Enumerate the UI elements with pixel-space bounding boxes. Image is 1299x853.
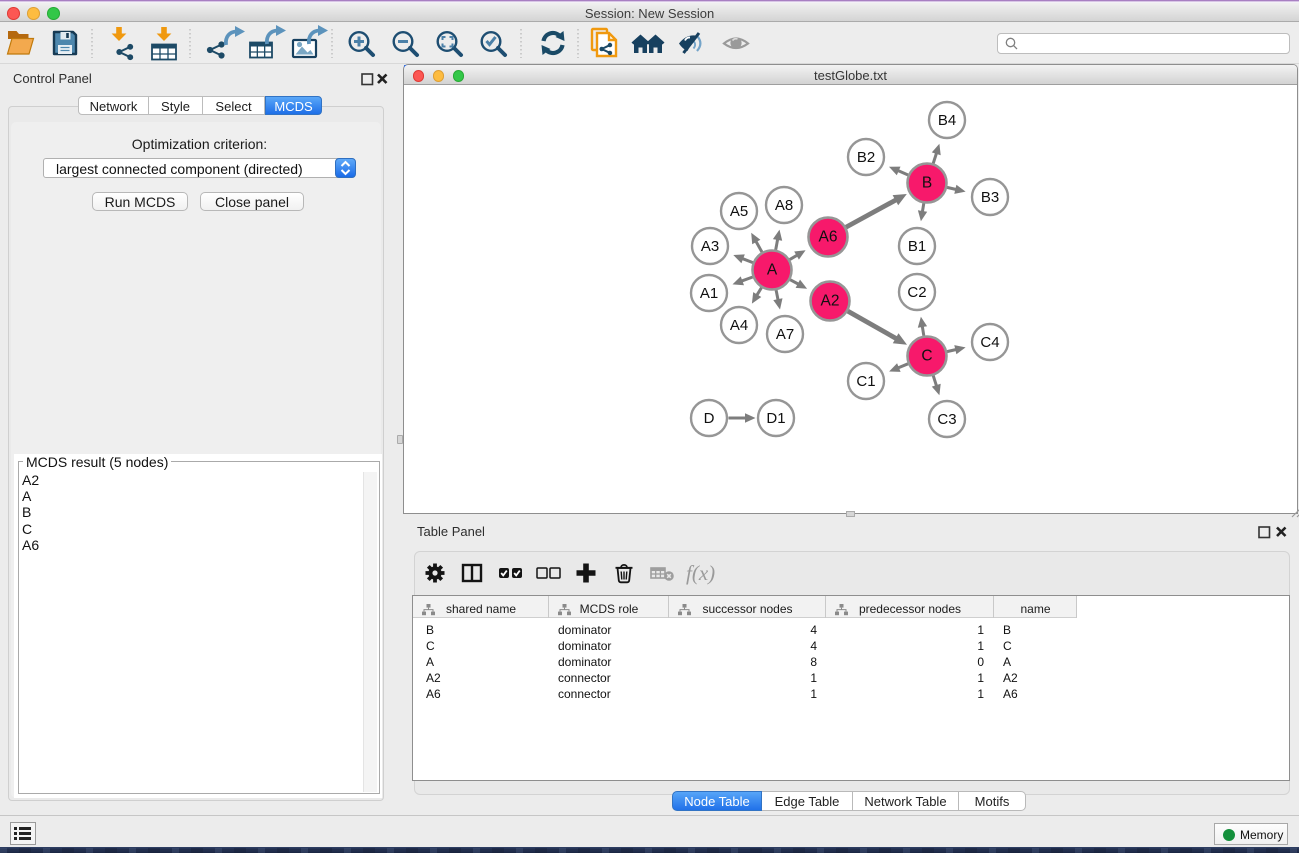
svg-text:B: B	[922, 175, 932, 192]
svg-text:A4: A4	[730, 317, 748, 334]
svg-text:A5: A5	[730, 203, 748, 220]
svg-text:C3: C3	[937, 411, 956, 428]
svg-text:A1: A1	[700, 285, 718, 302]
svg-text:C: C	[921, 348, 932, 365]
svg-text:B3: B3	[981, 189, 999, 206]
svg-text:B4: B4	[938, 112, 956, 129]
svg-text:A8: A8	[775, 197, 793, 214]
svg-text:A6: A6	[819, 229, 838, 246]
svg-text:D: D	[704, 410, 715, 427]
svg-text:A2: A2	[821, 293, 840, 310]
svg-text:C2: C2	[907, 284, 926, 301]
svg-text:A3: A3	[701, 238, 719, 255]
svg-text:B1: B1	[908, 238, 926, 255]
svg-text:A7: A7	[776, 326, 794, 343]
svg-text:C4: C4	[980, 334, 999, 351]
svg-text:B2: B2	[857, 149, 875, 166]
svg-text:A: A	[767, 262, 778, 279]
svg-text:f(x): f(x)	[686, 561, 715, 585]
svg-text:D1: D1	[766, 410, 785, 427]
svg-text:C1: C1	[856, 373, 875, 390]
